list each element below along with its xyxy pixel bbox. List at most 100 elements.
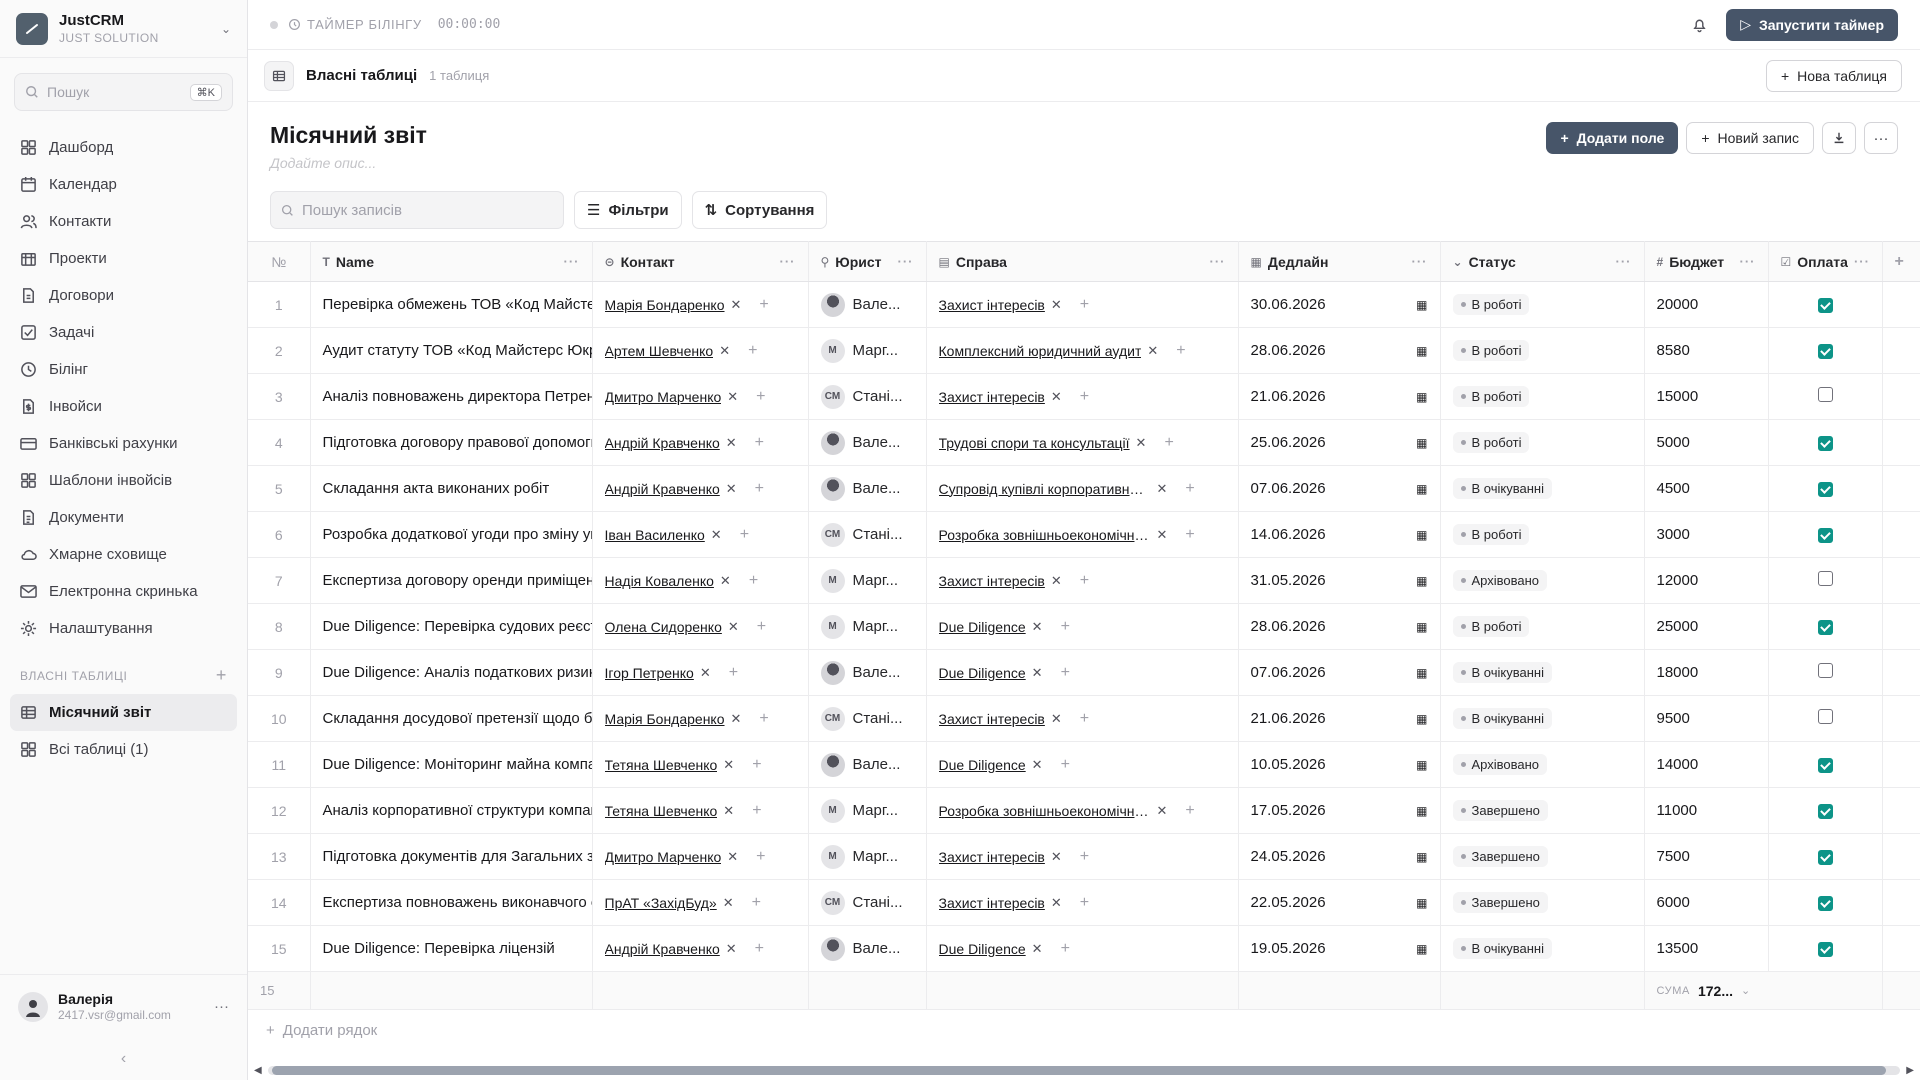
scroll-left-icon[interactable]: ◀ [254,1065,262,1076]
records-search-input[interactable]: Пошук записів [270,191,564,229]
column-header[interactable]: ⌄ Статус ··· [1440,241,1645,282]
deadline-cell[interactable]: 24.05.2026 ▦ [1238,833,1441,880]
deadline-cell[interactable]: 21.06.2026 ▦ [1238,695,1441,742]
lawyer-cell[interactable]: СМ Стані... [808,695,927,742]
deadline-cell[interactable]: 28.06.2026 ▦ [1238,603,1441,650]
contact-link[interactable]: Дмитро Марченко [605,849,722,865]
lawyer-cell[interactable]: СМ Стані... [808,373,927,420]
lawyer-cell[interactable]: М Марг... [808,557,927,604]
case-link[interactable]: Супровід купівлі корпоративних прав [939,481,1151,497]
lawyer-cell[interactable]: Вале... [808,741,927,788]
case-cell[interactable]: Захист інтересів ✕ + [926,695,1239,742]
sidebar-search-input[interactable]: Пошук ⌘K [14,73,233,111]
case-cell[interactable]: Комплексний юридичний аудит ✕ + [926,327,1239,374]
payment-checkbox[interactable] [1817,387,1833,402]
name-cell[interactable]: Складання досудової претензії щодо боргу [310,695,593,742]
lawyer-cell[interactable]: Вале... [808,419,927,466]
remove-icon[interactable]: ✕ [1051,895,1062,911]
remove-icon[interactable]: ✕ [1051,711,1062,727]
plus-icon[interactable]: + [752,756,761,774]
payment-cell[interactable] [1768,327,1883,374]
workspace-switcher[interactable]: JustCRM JUST SOLUTION ⌄ [0,0,247,58]
calendar-icon[interactable]: ▦ [1416,574,1427,588]
column-menu-icon[interactable]: ··· [1210,254,1226,269]
contact-link[interactable]: Марія Бондаренко [605,711,725,727]
payment-checkbox[interactable] [1817,298,1833,314]
remove-icon[interactable]: ✕ [700,665,711,681]
plus-icon[interactable]: + [759,296,768,314]
contact-cell[interactable]: Марія Бондаренко ✕ + [592,281,809,328]
case-link[interactable]: Трудові спори та консультації [939,435,1130,451]
add-column-button[interactable]: + [1882,241,1920,282]
payment-checkbox[interactable] [1817,942,1833,958]
plus-icon[interactable]: + [1061,756,1070,774]
download-button[interactable] [1822,122,1856,154]
add-field-button[interactable]: + Додати поле [1546,122,1679,154]
plus-icon[interactable]: + [1061,664,1070,682]
deadline-cell[interactable]: 14.06.2026 ▦ [1238,511,1441,558]
sidebar-item-clock[interactable]: Білінг [10,351,237,388]
contact-cell[interactable]: Іван Василенко ✕ + [592,511,809,558]
column-header[interactable]: ▤ Справа ··· [926,241,1239,282]
contact-cell[interactable]: Олена Сидоренко ✕ + [592,603,809,650]
name-cell[interactable]: Розробка додаткової угоди про зміну умов [310,511,593,558]
plus-icon[interactable]: + [748,342,757,360]
description-input[interactable]: Додайте опис... [270,155,427,171]
payment-cell[interactable] [1768,649,1883,696]
table-row[interactable]: 11 Due Diligence: Моніторинг майна компа… [248,741,1920,788]
deadline-cell[interactable]: 07.06.2026 ▦ [1238,649,1441,696]
remove-icon[interactable]: ✕ [719,343,730,359]
case-link[interactable]: Розробка зовнішньоекономічного контракту [939,803,1151,819]
budget-cell[interactable]: 13500 [1644,925,1769,972]
remove-icon[interactable]: ✕ [726,941,737,957]
name-cell[interactable]: Перевірка обмежень ТОВ «Код Майстерс Юкр… [310,281,593,328]
payment-cell[interactable] [1768,373,1883,420]
sidebar-item-gear[interactable]: Налаштування [10,610,237,647]
case-link[interactable]: Due Diligence [939,665,1026,681]
name-cell[interactable]: Due Diligence: Аналіз податкових ризиків [310,649,593,696]
case-link[interactable]: Захист інтересів [939,573,1045,589]
table-row[interactable]: 13 Підготовка документів для Загальних з… [248,833,1920,880]
calendar-icon[interactable]: ▦ [1416,942,1427,956]
payment-cell[interactable] [1768,925,1883,972]
deadline-cell[interactable]: 31.05.2026 ▦ [1238,557,1441,604]
column-menu-icon[interactable]: ··· [1854,254,1870,269]
page-title[interactable]: Місячний звіт [270,122,427,149]
plus-icon[interactable]: + [1164,434,1173,452]
contact-link[interactable]: Ігор Петренко [605,665,694,681]
more-options-button[interactable]: ··· [1864,122,1898,154]
remove-icon[interactable]: ✕ [731,297,742,313]
column-menu-icon[interactable]: ··· [780,254,796,269]
status-cell[interactable]: Завершено [1440,879,1645,926]
plus-icon[interactable]: + [757,618,766,636]
sidebar-item-users[interactable]: Контакти [10,203,237,240]
add-row-button[interactable]: + Додати рядок [248,1010,1920,1050]
sidebar-item-dollar-file[interactable]: Інвойси [10,388,237,425]
plus-icon[interactable]: + [1080,894,1089,912]
contact-link[interactable]: Дмитро Марченко [605,389,722,405]
remove-icon[interactable]: ✕ [1032,757,1043,773]
case-link[interactable]: Захист інтересів [939,711,1045,727]
plus-icon[interactable]: + [1185,480,1194,498]
case-link[interactable]: Захист інтересів [939,297,1045,313]
budget-cell[interactable]: 8580 [1644,327,1769,374]
contact-cell[interactable]: Марія Бондаренко ✕ + [592,695,809,742]
contact-cell[interactable]: Андрій Кравченко ✕ + [592,925,809,972]
contact-cell[interactable]: Тетяна Шевченко ✕ + [592,741,809,788]
table-row[interactable]: 14 Експертиза повноважень виконавчого ор… [248,879,1920,926]
filters-button[interactable]: ☰ Фільтри [574,191,682,229]
contact-link[interactable]: Артем Шевченко [605,343,714,359]
collapse-sidebar-button[interactable]: ‹ [0,1038,247,1080]
lawyer-cell[interactable]: Вале... [808,925,927,972]
name-cell[interactable]: Підготовка документів для Загальних збор… [310,833,593,880]
table-row[interactable]: 2 Аудит статуту ТОВ «Код Майстерс Юкрейн… [248,327,1920,374]
deadline-cell[interactable]: 07.06.2026 ▦ [1238,465,1441,512]
contact-link[interactable]: Тетяна Шевченко [605,803,718,819]
plus-icon[interactable]: + [1176,342,1185,360]
payment-checkbox[interactable] [1817,344,1833,360]
deadline-cell[interactable]: 17.05.2026 ▦ [1238,787,1441,834]
payment-checkbox[interactable] [1817,663,1833,678]
plus-icon[interactable]: + [756,388,765,406]
budget-cell[interactable]: 18000 [1644,649,1769,696]
sidebar-item-check-square[interactable]: Задачі [10,314,237,351]
